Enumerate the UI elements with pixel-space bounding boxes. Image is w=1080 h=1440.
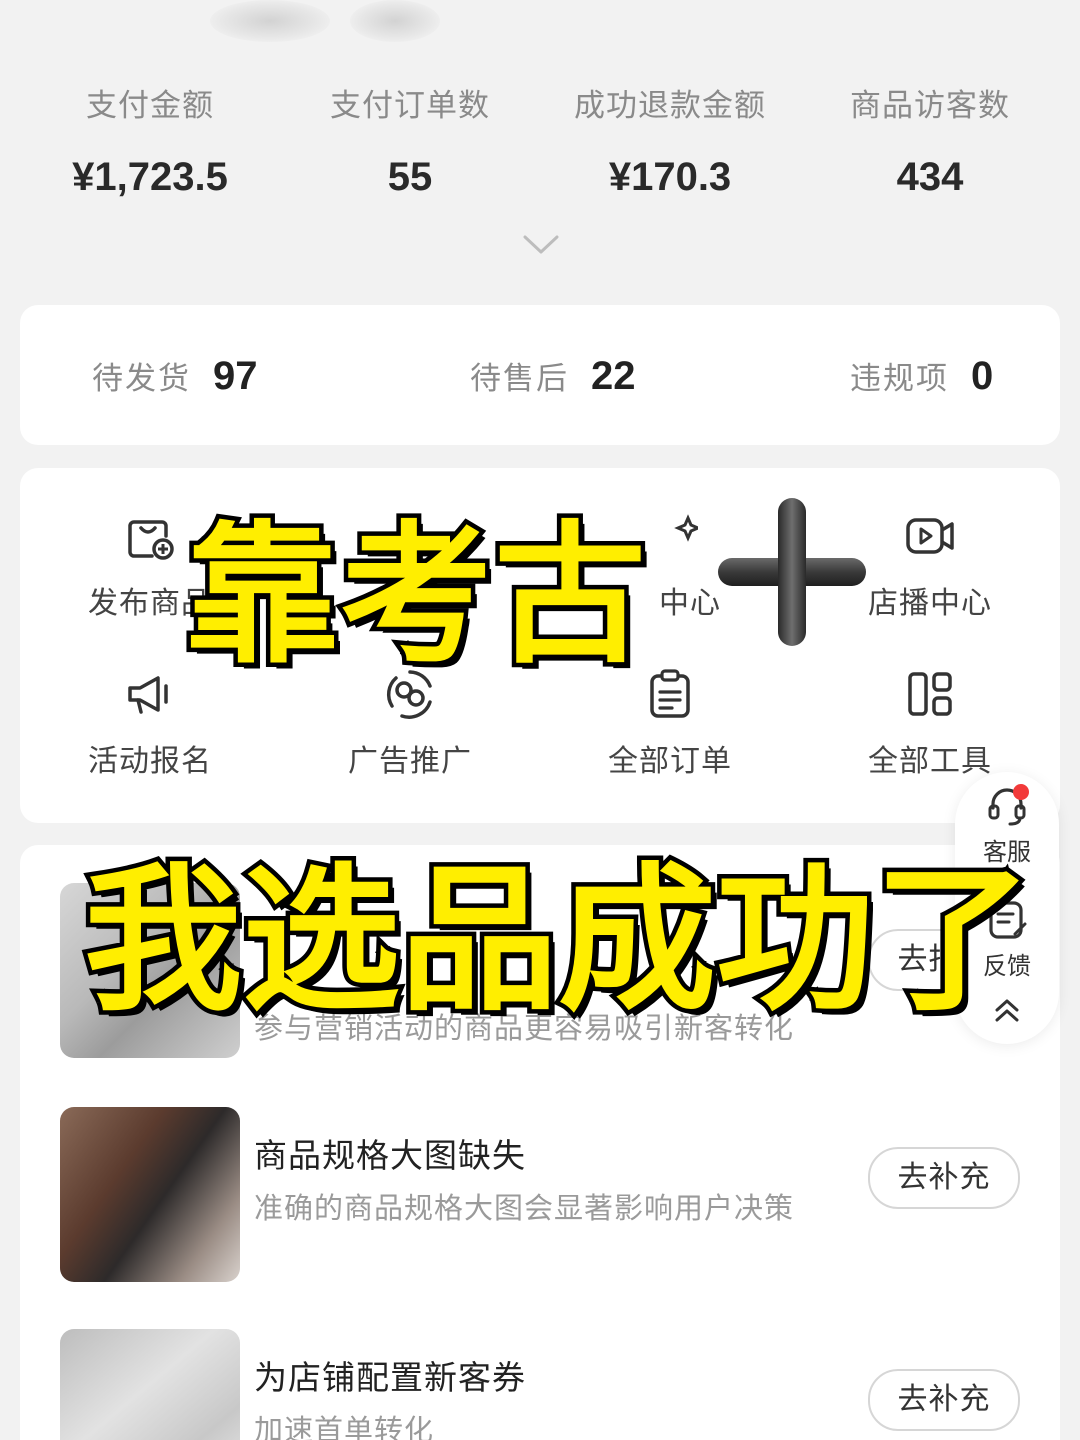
stat-label: 支付订单数 — [330, 88, 490, 124]
pending-value: 0 — [971, 354, 994, 398]
list-item: 为店铺配置新客券 加速首单转化 去补充 — [60, 1329, 1040, 1440]
tool-label: 活动报名 — [88, 744, 212, 779]
stat-refund-amount[interactable]: 成功退款金额 ¥170.3 — [540, 70, 800, 210]
task-action-button[interactable]: 去补充 — [868, 1369, 1020, 1431]
tool-label: 广告推广 — [348, 744, 472, 779]
pending-value: 97 — [213, 354, 258, 398]
stat-label: 成功退款金额 — [574, 88, 766, 124]
pending-after-sale[interactable]: 待售后 22 — [470, 353, 636, 399]
top-image-fragment — [350, 0, 440, 42]
pending-to-ship[interactable]: 待发货 97 — [92, 353, 258, 399]
pending-value: 22 — [591, 354, 636, 398]
top-image-fragment — [210, 0, 330, 42]
overlay-caption-line1: 靠考古 — [182, 503, 651, 689]
megaphone-icon — [128, 676, 168, 714]
task-desc: 准确的商品规格大图会显著影响用户决策 — [254, 1191, 795, 1225]
stat-value: ¥1,723.5 — [72, 155, 228, 199]
pending-label: 违规项 — [850, 361, 949, 397]
task-title: 为店铺配置新客券 — [254, 1358, 526, 1397]
pending-violations[interactable]: 违规项 0 — [850, 353, 993, 399]
task-action-button[interactable]: 去补充 — [868, 1147, 1020, 1209]
product-thumbnail — [60, 1329, 240, 1440]
seller-dashboard: 支付金额 ¥1,723.5 支付订单数 55 成功退款金额 ¥170.3 商品访… — [0, 0, 1080, 1440]
pending-label: 待售后 — [470, 361, 569, 397]
stat-product-visitors[interactable]: 商品访客数 434 — [800, 70, 1060, 210]
stat-paid-orders[interactable]: 支付订单数 55 — [280, 70, 540, 210]
stat-value: 434 — [896, 155, 964, 199]
stats-row: 支付金额 ¥1,723.5 支付订单数 55 成功退款金额 ¥170.3 商品访… — [20, 70, 1060, 210]
pending-summary-card: 待发货 97 待售后 22 违规项 0 — [20, 305, 1060, 445]
stat-label: 商品访客数 — [850, 88, 1010, 124]
stat-payment-amount[interactable]: 支付金额 ¥1,723.5 — [20, 70, 280, 210]
stat-value: 55 — [387, 155, 433, 199]
task-title: 商品规格大图缺失 — [254, 1136, 526, 1175]
list-item: 商品规格大图缺失 准确的商品规格大图会显著影响用户决策 去补充 — [60, 1107, 1040, 1287]
stat-label: 支付金额 — [86, 88, 214, 124]
notification-dot — [1013, 784, 1029, 800]
stat-value: ¥170.3 — [608, 155, 732, 199]
overlay-caption-line2: 我选品成功了 — [80, 845, 1037, 1038]
task-desc: 加速首单转化 — [254, 1413, 435, 1440]
publish-product-icon — [128, 520, 174, 560]
plus-icon — [718, 498, 866, 646]
tool-label: 全部订单 — [608, 744, 732, 779]
pending-label: 待发货 — [92, 361, 191, 397]
product-thumbnail — [60, 1107, 240, 1282]
chevron-down-icon[interactable] — [523, 234, 559, 256]
